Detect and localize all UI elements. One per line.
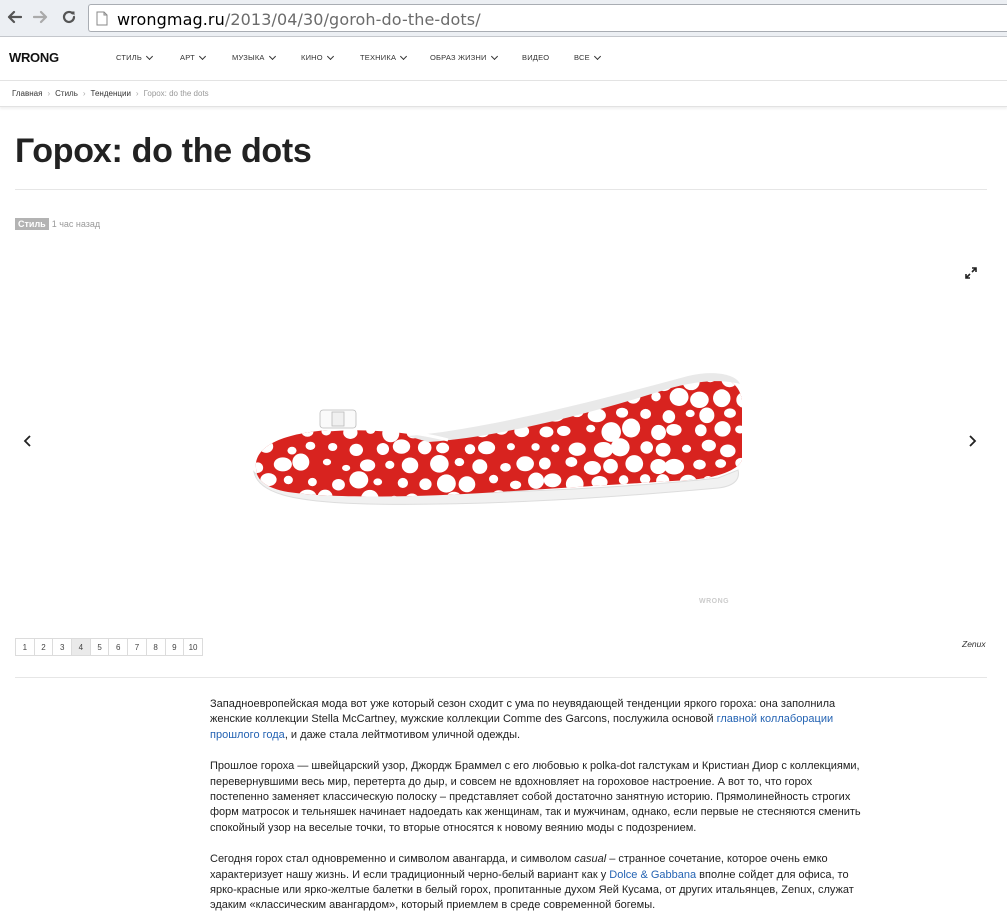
chevron-down-icon: [198, 52, 206, 60]
browser-toolbar: wrongmag.ru/2013/04/30/goroh-do-the-dots…: [0, 0, 1007, 37]
nav-item-label: СТИЛЬ: [116, 53, 142, 62]
chevron-down-icon: [400, 52, 408, 60]
breadcrumb-item-trends[interactable]: Тенденции: [91, 89, 131, 98]
gallery-next-arrow-icon[interactable]: [966, 434, 978, 453]
paragraph: Сегодня горох стал одновременно и символ…: [210, 852, 870, 914]
breadcrumb-bar: Главная › Стиль › Тенденции › Горох: do …: [0, 81, 1007, 107]
nav-item-label: АРТ: [180, 53, 195, 62]
reload-button[interactable]: [60, 8, 78, 26]
text: , и даже стала лейтмотивом уличной одежд…: [284, 728, 521, 741]
address-bar[interactable]: wrongmag.ru/2013/04/30/goroh-do-the-dots…: [88, 4, 1007, 32]
breadcrumb-item-home[interactable]: Главная: [12, 89, 42, 98]
shoe-image: [253, 373, 743, 505]
emphasis: casual: [574, 853, 607, 866]
gallery-watermark: WRONG: [699, 598, 730, 605]
site-header: WRONG СТИЛЬ АРТ МУЗЫКА КИНО ТЕХНИКА ОБРА…: [0, 37, 1007, 81]
divider: [15, 189, 987, 190]
gallery-page-5[interactable]: 5: [89, 638, 110, 656]
gallery-pager: 1 2 3 4 5 6 7 8 9 10: [15, 638, 203, 656]
nav-item-music[interactable]: МУЗЫКА: [232, 52, 276, 62]
breadcrumb-current: Горох: do the dots: [143, 89, 209, 98]
article-body: Западноевропейская мода вот уже который …: [210, 697, 870, 924]
divider: [15, 677, 987, 678]
url-text[interactable]: wrongmag.ru/2013/04/30/goroh-do-the-dots…: [117, 10, 481, 29]
link-dolce-gabbana[interactable]: Dolce & Gabbana: [609, 869, 696, 881]
fullscreen-icon[interactable]: [965, 266, 977, 279]
gallery-page-8[interactable]: 8: [145, 638, 166, 656]
nav-item-label: МУЗЫКА: [232, 53, 265, 62]
breadcrumb: Главная › Стиль › Тенденции › Горох: do …: [12, 89, 209, 98]
page-title: Горох: do the dots: [15, 132, 312, 170]
page-icon: [96, 11, 108, 26]
paragraph: Западноевропейская мода вот уже который …: [210, 697, 870, 743]
breadcrumb-separator: ›: [135, 89, 139, 98]
gallery-page-1[interactable]: 1: [15, 638, 35, 656]
text: Сегодня горох стал одновременно и символ…: [210, 853, 575, 866]
nav-item-lifestyle[interactable]: ОБРАЗ ЖИЗНИ: [430, 52, 498, 62]
publish-time: 1 час назад: [51, 219, 101, 229]
breadcrumb-separator: ›: [82, 89, 86, 98]
back-button[interactable]: [5, 8, 23, 26]
paragraph: Прошлое гороха — швейцарский узор, Джорд…: [210, 760, 861, 834]
breadcrumb-separator: ›: [47, 89, 51, 98]
gallery-prev-arrow-icon[interactable]: [22, 434, 34, 453]
chevron-down-icon: [593, 52, 601, 60]
gallery-page-4[interactable]: 4: [71, 638, 91, 656]
breadcrumb-item-style[interactable]: Стиль: [55, 89, 78, 98]
photo-credit: Zenux: [962, 639, 986, 649]
chevron-down-icon: [268, 52, 276, 60]
forward-arrow-icon: [33, 10, 48, 24]
category-tag[interactable]: Стиль: [15, 218, 49, 230]
gallery-page-3[interactable]: 3: [52, 638, 73, 656]
chevron-down-icon: [145, 52, 154, 60]
gallery-page-10[interactable]: 10: [183, 638, 203, 656]
gallery-page-6[interactable]: 6: [108, 638, 129, 656]
url-host: wrongmag.ru: [117, 10, 225, 29]
gallery-page-2[interactable]: 2: [33, 638, 54, 656]
nav-item-video[interactable]: ВИДЕО: [522, 53, 549, 62]
gallery-page-9[interactable]: 9: [164, 638, 185, 656]
chevron-down-icon: [490, 52, 498, 60]
url-path: /2013/04/30/goroh-do-the-dots/: [224, 10, 481, 29]
nav-item-all[interactable]: ВСЕ: [574, 52, 601, 62]
site-logo[interactable]: WRONG: [9, 50, 59, 65]
nav-item-label: ВСЕ: [574, 53, 590, 62]
nav-item-label: ТЕХНИКА: [360, 53, 397, 62]
article-meta: Стиль 1 час назад: [15, 218, 100, 230]
chevron-down-icon: [326, 52, 334, 60]
reload-icon: [62, 10, 76, 24]
back-arrow-icon: [7, 10, 22, 24]
nav-item-cinema[interactable]: КИНО: [301, 52, 334, 62]
nav-item-label: ОБРАЗ ЖИЗНИ: [430, 53, 487, 62]
forward-button[interactable]: [32, 8, 50, 26]
gallery-page-7[interactable]: 7: [127, 638, 147, 656]
nav-item-label: ВИДЕО: [522, 53, 550, 62]
nav-item-label: КИНО: [301, 53, 323, 62]
nav-item-art[interactable]: АРТ: [180, 52, 206, 62]
nav-item-tech[interactable]: ТЕХНИКА: [360, 52, 408, 62]
nav-item-style[interactable]: СТИЛЬ: [116, 52, 154, 62]
